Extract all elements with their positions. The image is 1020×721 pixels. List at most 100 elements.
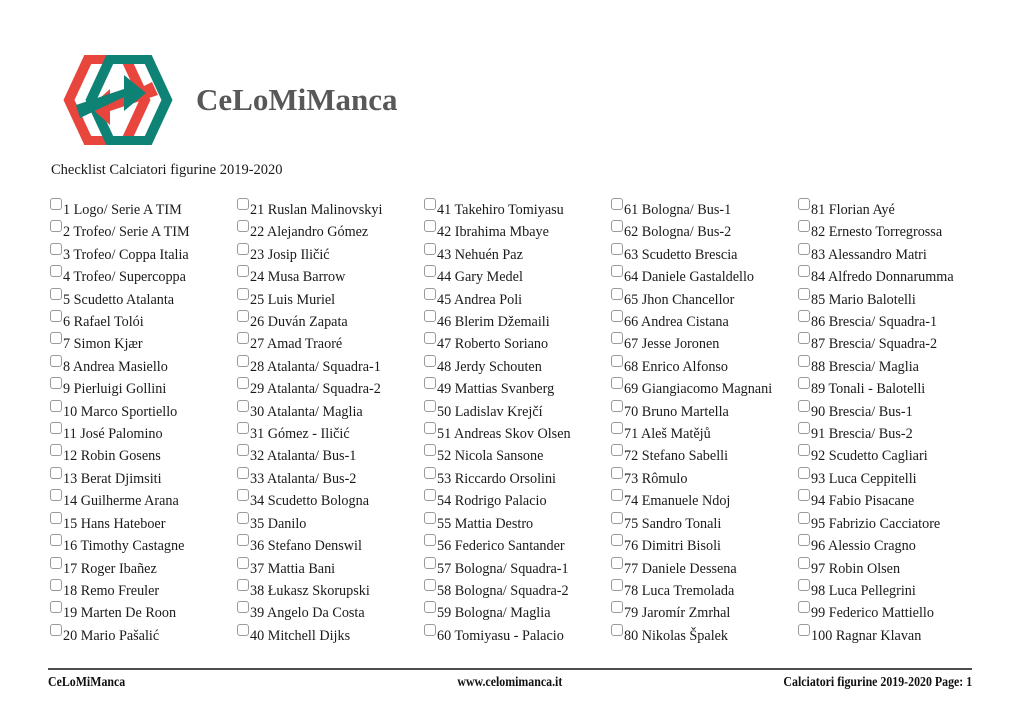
checklist-item[interactable]: 20 Mario Pašalić	[50, 623, 237, 647]
checkbox-icon[interactable]	[50, 511, 62, 524]
checkbox-icon[interactable]	[798, 578, 810, 591]
checkbox-icon[interactable]	[611, 444, 623, 457]
checklist-item[interactable]: 79 Jaromír Zmrhal	[611, 601, 798, 624]
checkbox-icon[interactable]	[798, 466, 810, 479]
checklist-item[interactable]: 81 Florian Ayé	[798, 198, 985, 221]
checkbox-icon[interactable]	[611, 265, 623, 278]
checklist-item[interactable]: 10 Marco Sportiello	[50, 399, 237, 423]
checkbox-icon[interactable]	[424, 623, 436, 636]
checklist-item[interactable]: 14 Guilherme Arana	[50, 489, 237, 512]
checklist-item[interactable]: 25 Luis Muriel	[237, 287, 424, 311]
checklist-item[interactable]: 84 Alfredo Donnarumma	[798, 265, 985, 288]
checklist-item[interactable]: 4 Trofeo/ Supercoppa	[50, 265, 237, 288]
checklist-item[interactable]: 76 Dimitri Bisoli	[611, 534, 798, 557]
checklist-item[interactable]: 66 Andrea Cistana	[611, 310, 798, 333]
checkbox-icon[interactable]	[798, 332, 810, 345]
checkbox-icon[interactable]	[611, 198, 623, 210]
checkbox-icon[interactable]	[611, 332, 623, 345]
checkbox-icon[interactable]	[798, 534, 810, 547]
checklist-item[interactable]: 36 Stefano Denswil	[237, 534, 424, 557]
checkbox-icon[interactable]	[611, 242, 623, 255]
checklist-item[interactable]: 44 Gary Medel	[424, 265, 611, 288]
checklist-item[interactable]: 56 Federico Santander	[424, 534, 611, 557]
checkbox-icon[interactable]	[611, 220, 623, 233]
checklist-item[interactable]: 86 Brescia/ Squadra-1	[798, 310, 985, 333]
checkbox-icon[interactable]	[798, 354, 810, 367]
checklist-item[interactable]: 34 Scudetto Bologna	[237, 489, 424, 512]
checkbox-icon[interactable]	[50, 332, 62, 345]
checkbox-icon[interactable]	[50, 578, 62, 591]
checkbox-icon[interactable]	[798, 399, 810, 412]
checklist-item[interactable]: 60 Tomiyasu - Palacio	[424, 623, 611, 647]
checklist-item[interactable]: 42 Ibrahima Mbaye	[424, 220, 611, 243]
checkbox-icon[interactable]	[50, 377, 62, 390]
checkbox-icon[interactable]	[424, 511, 436, 524]
checklist-item[interactable]: 35 Danilo	[237, 511, 424, 535]
checkbox-icon[interactable]	[50, 198, 62, 210]
checkbox-icon[interactable]	[50, 466, 62, 479]
checkbox-icon[interactable]	[798, 444, 810, 457]
checklist-item[interactable]: 59 Bologna/ Maglia	[424, 601, 611, 624]
checklist-item[interactable]: 7 Simon Kjær	[50, 332, 237, 355]
checkbox-icon[interactable]	[424, 466, 436, 479]
checkbox-icon[interactable]	[611, 310, 623, 323]
checklist-item[interactable]: 31 Gómez - Iličić	[237, 422, 424, 445]
checklist-item[interactable]: 95 Fabrizio Cacciatore	[798, 511, 985, 535]
checklist-item[interactable]: 19 Marten De Roon	[50, 601, 237, 624]
checkbox-icon[interactable]	[237, 556, 249, 569]
checklist-item[interactable]: 5 Scudetto Atalanta	[50, 287, 237, 311]
checkbox-icon[interactable]	[50, 354, 62, 367]
checklist-item[interactable]: 39 Angelo Da Costa	[237, 601, 424, 624]
checkbox-icon[interactable]	[424, 310, 436, 323]
checklist-item[interactable]: 22 Alejandro Gómez	[237, 220, 424, 243]
checklist-item[interactable]: 27 Amad Traoré	[237, 332, 424, 355]
checkbox-icon[interactable]	[237, 220, 249, 233]
checklist-item[interactable]: 33 Atalanta/ Bus-2	[237, 466, 424, 490]
checkbox-icon[interactable]	[611, 354, 623, 367]
checkbox-icon[interactable]	[611, 377, 623, 390]
checkbox-icon[interactable]	[50, 422, 62, 435]
checkbox-icon[interactable]	[798, 265, 810, 278]
checklist-item[interactable]: 52 Nicola Sansone	[424, 444, 611, 467]
checklist-item[interactable]: 100 Ragnar Klavan	[798, 623, 985, 647]
checkbox-icon[interactable]	[611, 466, 623, 479]
checklist-item[interactable]: 3 Trofeo/ Coppa Italia	[50, 242, 237, 266]
checklist-item[interactable]: 70 Bruno Martella	[611, 399, 798, 423]
checkbox-icon[interactable]	[798, 287, 810, 300]
checklist-item[interactable]: 47 Roberto Soriano	[424, 332, 611, 355]
checkbox-icon[interactable]	[237, 310, 249, 323]
checklist-item[interactable]: 78 Luca Tremolada	[611, 578, 798, 602]
checklist-item[interactable]: 13 Berat Djimsiti	[50, 466, 237, 490]
checkbox-icon[interactable]	[237, 489, 249, 502]
checklist-item[interactable]: 37 Mattia Bani	[237, 556, 424, 580]
checklist-item[interactable]: 92 Scudetto Cagliari	[798, 444, 985, 467]
checklist-item[interactable]: 85 Mario Balotelli	[798, 287, 985, 311]
checklist-item[interactable]: 87 Brescia/ Squadra-2	[798, 332, 985, 355]
checkbox-icon[interactable]	[611, 287, 623, 300]
checkbox-icon[interactable]	[611, 399, 623, 412]
checkbox-icon[interactable]	[50, 287, 62, 300]
checklist-item[interactable]: 41 Takehiro Tomiyasu	[424, 198, 611, 221]
checkbox-icon[interactable]	[798, 198, 810, 210]
checkbox-icon[interactable]	[237, 511, 249, 524]
checklist-item[interactable]: 73 Rômulo	[611, 466, 798, 490]
checkbox-icon[interactable]	[424, 242, 436, 255]
checkbox-icon[interactable]	[237, 287, 249, 300]
checklist-item[interactable]: 1 Logo/ Serie A TIM	[50, 198, 237, 221]
checkbox-icon[interactable]	[50, 265, 62, 278]
checklist-item[interactable]: 17 Roger Ibañez	[50, 556, 237, 580]
checklist-item[interactable]: 50 Ladislav Krejčí	[424, 399, 611, 423]
checklist-item[interactable]: 53 Riccardo Orsolini	[424, 466, 611, 490]
checklist-item[interactable]: 63 Scudetto Brescia	[611, 242, 798, 266]
checklist-item[interactable]: 90 Brescia/ Bus-1	[798, 399, 985, 423]
checklist-item[interactable]: 98 Luca Pellegrini	[798, 578, 985, 602]
checkbox-icon[interactable]	[424, 198, 436, 210]
checkbox-icon[interactable]	[237, 601, 249, 614]
checkbox-icon[interactable]	[50, 623, 62, 636]
checklist-item[interactable]: 83 Alessandro Matri	[798, 242, 985, 266]
checklist-item[interactable]: 43 Nehuén Paz	[424, 242, 611, 266]
checkbox-icon[interactable]	[798, 601, 810, 614]
checkbox-icon[interactable]	[237, 242, 249, 255]
checklist-item[interactable]: 69 Giangiacomo Magnani	[611, 377, 798, 400]
checklist-item[interactable]: 45 Andrea Poli	[424, 287, 611, 311]
